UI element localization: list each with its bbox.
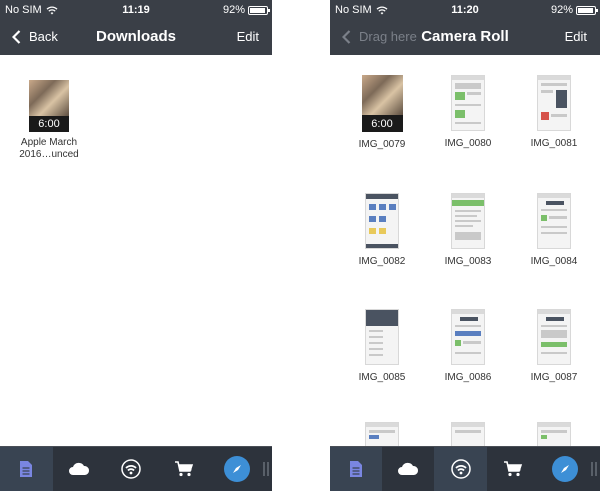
photo-item[interactable]: IMG_0082 bbox=[342, 193, 422, 267]
photo-item[interactable]: IMG_0085 bbox=[342, 309, 422, 383]
navigation-bar: Back Downloads Edit bbox=[0, 20, 272, 55]
tab-cloud[interactable] bbox=[53, 447, 106, 491]
edit-button[interactable]: Edit bbox=[565, 29, 587, 44]
photo-label: IMG_0087 bbox=[530, 372, 578, 383]
file-name-line: Apple March bbox=[20, 137, 78, 148]
wifi-icon bbox=[450, 459, 471, 479]
cloud-icon bbox=[68, 462, 89, 475]
video-thumbnail: 6:00 bbox=[29, 80, 69, 132]
photo-item[interactable]: IMG_0081 bbox=[514, 75, 594, 149]
screenshot-thumbnail bbox=[537, 193, 571, 249]
photo-label: IMG_0083 bbox=[444, 256, 492, 267]
page-title: Downloads bbox=[95, 28, 176, 45]
screenshot-thumbnail bbox=[537, 75, 571, 131]
compass-icon bbox=[551, 456, 578, 482]
divider bbox=[272, 0, 330, 491]
photo-item[interactable]: 6:00 IMG_0079 bbox=[342, 75, 422, 150]
tab-wifi[interactable] bbox=[105, 447, 158, 491]
photo-label: IMG_0084 bbox=[530, 256, 578, 267]
file-name: Apple March 2016…unced bbox=[15, 137, 83, 161]
photo-label: IMG_0082 bbox=[358, 256, 406, 267]
drag-handle[interactable] bbox=[262, 462, 272, 476]
tab-store[interactable] bbox=[158, 447, 211, 491]
cart-icon bbox=[503, 461, 522, 477]
photo-item[interactable]: IMG_0086 bbox=[428, 309, 508, 383]
photo-label: IMG_0085 bbox=[358, 372, 406, 383]
navigation-bar: Drag here Camera Roll Edit bbox=[330, 20, 600, 55]
compass-icon bbox=[223, 456, 250, 482]
tab-bar bbox=[330, 446, 600, 491]
tab-documents[interactable] bbox=[0, 447, 53, 491]
status-bar: No SIM 11:20 92% bbox=[330, 0, 600, 20]
photo-item[interactable]: IMG_0083 bbox=[428, 193, 508, 267]
screenshot-thumbnail bbox=[365, 309, 399, 365]
document-icon bbox=[20, 461, 33, 477]
screenshot-thumbnail bbox=[537, 309, 571, 365]
tab-bar bbox=[0, 446, 272, 491]
cart-icon bbox=[175, 461, 194, 477]
battery-percent: 92% bbox=[222, 4, 245, 16]
photo-label: IMG_0081 bbox=[530, 138, 578, 149]
photo-item[interactable]: IMG_0087 bbox=[514, 309, 594, 383]
screenshot-thumbnail bbox=[451, 309, 485, 365]
photo-label: IMG_0079 bbox=[358, 139, 406, 150]
tab-documents[interactable] bbox=[330, 447, 383, 491]
drag-handle[interactable] bbox=[591, 462, 600, 476]
tab-browser[interactable] bbox=[210, 447, 263, 491]
battery-status: 92% bbox=[550, 4, 598, 16]
battery-icon bbox=[248, 5, 270, 15]
video-thumbnail: 6:00 bbox=[361, 75, 403, 132]
page-title: Camera Roll bbox=[421, 28, 509, 45]
tab-store[interactable] bbox=[487, 447, 539, 491]
screenshot-thumbnail bbox=[365, 193, 399, 249]
document-icon bbox=[350, 461, 363, 477]
tab-browser[interactable] bbox=[539, 447, 591, 491]
photo-label: IMG_0086 bbox=[444, 372, 492, 383]
video-duration: 6:00 bbox=[38, 118, 60, 130]
tab-cloud[interactable] bbox=[382, 447, 434, 491]
battery-percent: 92% bbox=[550, 4, 573, 16]
edit-button[interactable]: Edit bbox=[237, 29, 259, 44]
photo-item[interactable]: IMG_0080 bbox=[428, 75, 508, 149]
battery-status: 92% bbox=[222, 4, 270, 16]
tab-wifi[interactable] bbox=[434, 447, 487, 491]
battery-icon bbox=[576, 5, 598, 15]
status-bar: No SIM 11:19 92% bbox=[0, 0, 272, 20]
video-duration: 6:00 bbox=[371, 118, 393, 130]
photo-item[interactable]: IMG_0084 bbox=[514, 193, 594, 267]
cloud-icon bbox=[398, 462, 419, 475]
downloads-screen: No SIM 11:19 92% Back Downloads Edit 6:0… bbox=[0, 0, 272, 491]
screenshot-thumbnail bbox=[451, 75, 485, 131]
wifi-icon bbox=[121, 459, 142, 479]
file-name-line: 2016…unced bbox=[19, 149, 79, 160]
photo-label: IMG_0080 bbox=[444, 138, 492, 149]
screenshot-thumbnail bbox=[451, 193, 485, 249]
camera-roll-screen: No SIM 11:20 92% Drag here Camera Roll E… bbox=[330, 0, 600, 491]
file-item[interactable]: 6:00 Apple March 2016…unced bbox=[15, 80, 83, 161]
